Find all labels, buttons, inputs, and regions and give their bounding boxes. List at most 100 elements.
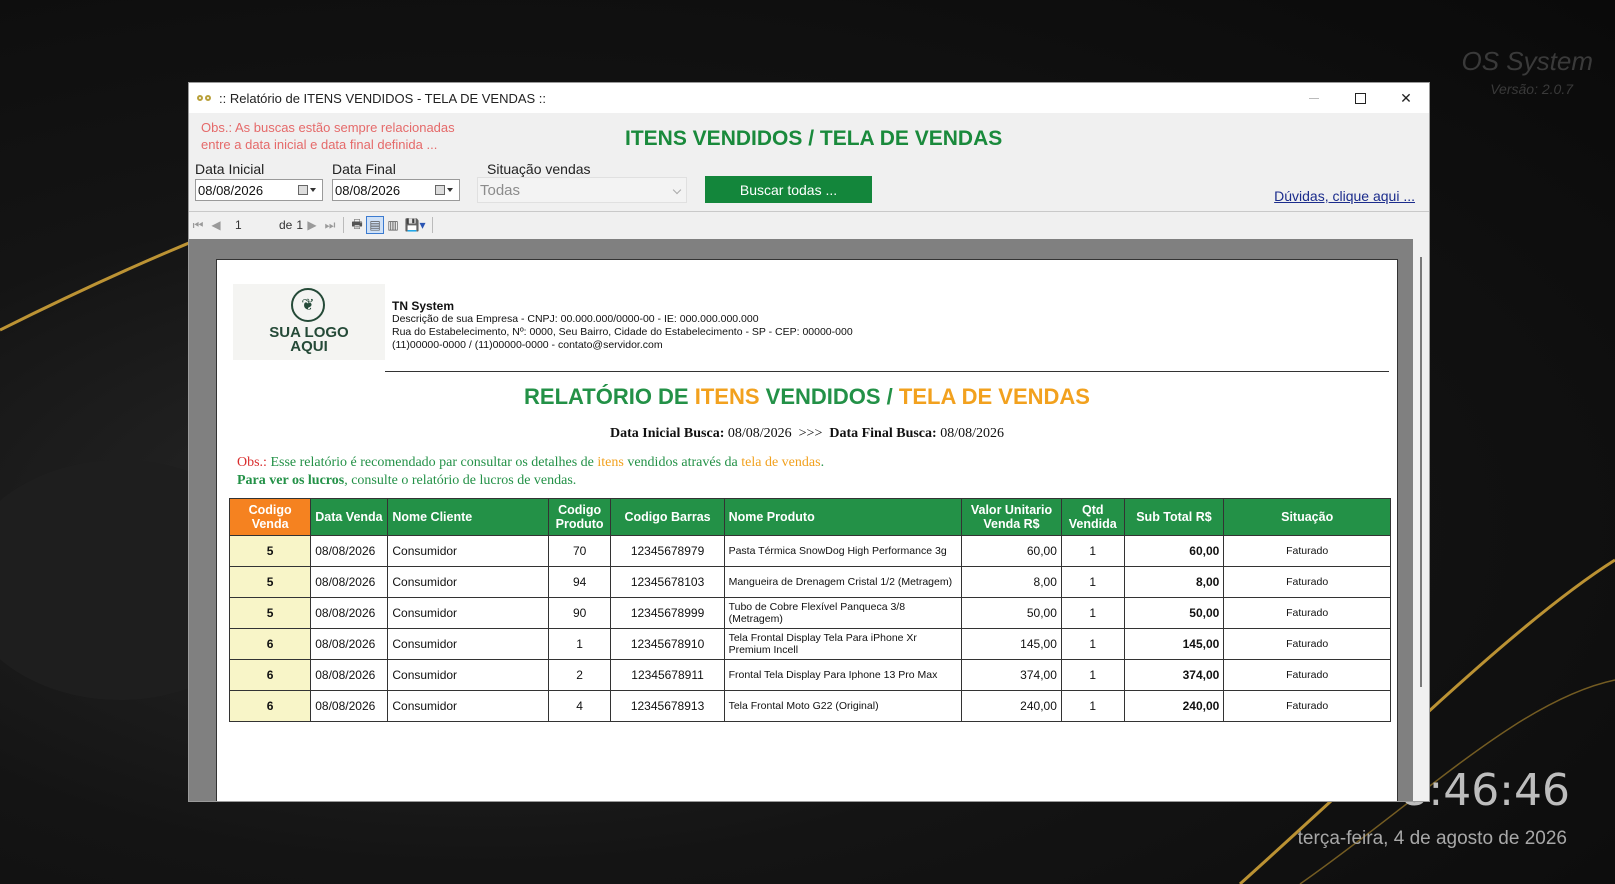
table-cell: 145,00	[961, 628, 1062, 660]
brand-name: OS System	[1461, 46, 1593, 76]
report-title-part: ITENS	[694, 384, 760, 409]
table-cell: Pasta Térmica SnowDog High Performance 3…	[723, 535, 963, 567]
table-cell: 240,00	[961, 690, 1062, 722]
table-cell: 1	[1060, 597, 1125, 629]
window-controls: ✕	[1291, 83, 1429, 113]
maximize-icon	[1354, 92, 1366, 104]
maximize-button[interactable]	[1337, 83, 1383, 113]
company-name: TN System	[392, 299, 455, 313]
date-start-label: Data Inicial Busca:	[610, 426, 725, 441]
table-cell: Consumidor	[387, 659, 549, 691]
page-number-input[interactable]: 1	[229, 216, 271, 234]
table-cell: 1	[1060, 690, 1125, 722]
close-icon: ✕	[1400, 89, 1412, 106]
date-end-value: 08/08/2026	[940, 426, 1004, 441]
search-note-line2: entre a data inicial e data final defini…	[201, 137, 438, 152]
page-title: ITENS VENDIDOS / TELA DE VENDAS	[625, 127, 1003, 150]
minimize-icon	[1309, 97, 1319, 99]
logo-leaf-icon: ❦	[291, 288, 325, 322]
table-cell: Faturado	[1223, 566, 1391, 598]
table-cell: 1	[1060, 628, 1125, 660]
table-row: 6 08/08/2026 Consumidor 1 12345678910 Tela Fr…	[228, 628, 1391, 660]
table-row: 5 08/08/2026 Consumidor 94 12345678103 Mangue…	[228, 566, 1391, 598]
table-cell: 70	[547, 535, 612, 567]
search-button[interactable]: Buscar todas ...	[705, 176, 872, 203]
scrollbar-thumb[interactable]	[1420, 257, 1422, 687]
report-title-part: TELA DE VENDAS	[898, 384, 1090, 409]
obs-text: Esse relatório é recomendado par consult…	[266, 455, 598, 470]
header-divider	[385, 371, 1389, 372]
table-cell: 12345678911	[610, 659, 725, 691]
table-cell: Tela Frontal Moto G22 (Original)	[723, 690, 963, 722]
table-cell: 5	[228, 597, 312, 629]
situacao-select[interactable]: Todas	[477, 177, 687, 203]
table-cell: 12345678913	[610, 690, 725, 722]
obs-text: vendidos através da	[623, 455, 742, 470]
page-setup-icon[interactable]: ▥	[384, 216, 402, 234]
print-icon[interactable]: 🖶	[348, 216, 366, 234]
col-header: Data Venda	[310, 498, 389, 536]
report-toolbar: ⏮ ◀ 1 de 1 ▶ ⏭ 🖶 ▤ ▥ 💾▾	[189, 211, 1429, 238]
title-bar[interactable]: :: Relatório de ITENS VENDIDOS - TELA DE…	[189, 83, 1429, 113]
table-cell: 374,00	[961, 659, 1062, 691]
close-button[interactable]: ✕	[1383, 83, 1429, 113]
company-address: Rua do Estabelecimento, Nº: 0000, Seu Ba…	[392, 326, 853, 338]
report-window: :: Relatório de ITENS VENDIDOS - TELA DE…	[188, 82, 1430, 802]
vertical-scrollbar[interactable]	[1413, 239, 1429, 801]
table-cell: 08/08/2026	[310, 628, 389, 660]
toolbar-separator	[432, 217, 434, 233]
table-row: 6 08/08/2026 Consumidor 4 12345678913 Tela Fr…	[228, 690, 1391, 722]
prev-page-icon[interactable]: ◀	[207, 216, 225, 234]
table-cell: 08/08/2026	[310, 690, 389, 722]
col-header: Nome Cliente	[387, 498, 549, 536]
table-row: 5 08/08/2026 Consumidor 70 12345678979 Pasta …	[228, 535, 1391, 567]
table-cell: 6	[228, 628, 312, 660]
col-header: Codigo Produto	[547, 498, 612, 536]
report-date-range: Data Inicial Busca: 08/08/2026 >>> Data …	[217, 426, 1397, 442]
export-icon[interactable]: 💾▾	[402, 216, 428, 234]
obs-highlight: tela de vendas	[741, 455, 821, 470]
col-header: Codigo Barras	[610, 498, 725, 536]
obs-text: .	[820, 455, 825, 470]
data-final-label: Data Final	[332, 161, 396, 177]
company-description: Descrição de sua Empresa - CNPJ: 00.000.…	[392, 313, 759, 325]
date-start-value: 08/08/2026	[727, 426, 792, 441]
calendar-dropdown-icon[interactable]	[435, 183, 457, 197]
col-header: Nome Produto	[723, 498, 963, 536]
col-header: Sub Total R$	[1123, 498, 1225, 536]
next-page-icon[interactable]: ▶	[303, 216, 321, 234]
table-cell: 12345678910	[610, 628, 725, 660]
company-logo: ❦ SUA LOGO AQUI	[233, 284, 385, 360]
logo-line2: AQUI	[290, 338, 328, 355]
table-cell: 60,00	[1123, 535, 1225, 567]
desktop-brand: OS System Versão: 2.0.7	[1462, 46, 1593, 97]
table-cell: Consumidor	[387, 535, 549, 567]
minimize-button[interactable]	[1291, 83, 1337, 113]
table-cell: 50,00	[961, 597, 1062, 629]
data-final-value: 08/08/2026	[335, 183, 401, 198]
toolbar-separator	[343, 217, 345, 233]
report-page: ❦ SUA LOGO AQUI TN System Descrição de s…	[216, 259, 1398, 801]
first-page-icon[interactable]: ⏮	[189, 216, 207, 234]
table-cell: 6	[228, 659, 312, 691]
table-cell: Faturado	[1223, 535, 1391, 567]
report-title: RELATÓRIO DE ITENS VENDIDOS / TELA DE VE…	[217, 384, 1397, 410]
table-cell: Faturado	[1223, 628, 1391, 660]
table-cell: Consumidor	[387, 690, 549, 722]
data-inicial-picker[interactable]: 08/08/2026	[195, 179, 323, 201]
data-final-picker[interactable]: 08/08/2026	[332, 179, 460, 201]
table-cell: Tubo de Cobre Flexível Panqueca 3/8 (Met…	[723, 597, 963, 629]
table-header-row: Codigo Venda Data Venda Nome Cliente Cod…	[228, 498, 1391, 536]
last-page-icon[interactable]: ⏭	[321, 216, 339, 234]
help-link[interactable]: Dúvidas, clique aqui ...	[1274, 188, 1415, 204]
search-note: Obs.: As buscas estão sempre relacionada…	[201, 119, 455, 153]
data-inicial-value: 08/08/2026	[198, 183, 264, 198]
table-cell: 60,00	[961, 535, 1062, 567]
calendar-dropdown-icon[interactable]	[298, 183, 320, 197]
table-cell: 12345678999	[610, 597, 725, 629]
print-layout-icon[interactable]: ▤	[366, 216, 385, 234]
company-contact: (11)00000-0000 / (11)00000-0000 - contat…	[392, 339, 663, 351]
table-cell: 08/08/2026	[310, 566, 389, 598]
table-cell: 6	[228, 690, 312, 722]
table-row: 6 08/08/2026 Consumidor 2 12345678911 Frontal…	[228, 659, 1391, 691]
